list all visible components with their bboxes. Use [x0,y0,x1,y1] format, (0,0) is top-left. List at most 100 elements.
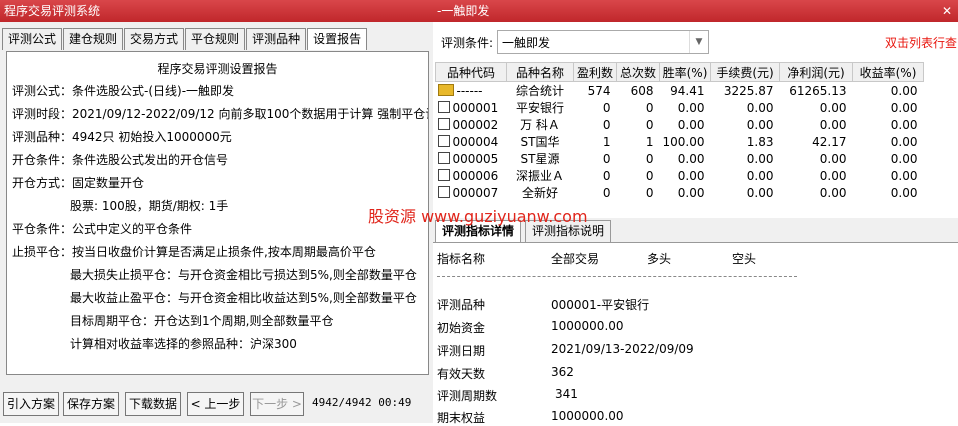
results-table: 品种代码 品种名称 盈利数 总次数 胜率(%) 手续费(元) 净利润(元) 收益… [435,62,924,201]
cell-fee: 0.00 [746,117,774,132]
report-line: 评测公式：条件选股公式-(日线)-一触即发 [12,84,235,98]
cell-fee: 1.83 [746,134,774,149]
cell-total: 608 [630,83,654,98]
cell-code: ------ [456,83,483,98]
cell-name: 综合统计 [515,84,564,98]
cell-code: 000006 [452,168,499,183]
table-row[interactable]: 000005 ST星源 0 0 0.00 0.00 0.00 0.00 [436,150,924,167]
table-row[interactable]: 000006 深振业Ａ 0 0 0.00 0.00 0.00 0.00 [436,167,924,184]
report-line: 最大收益止盈平仓：与开仓资金相比收益达到5%,则全部数量平仓 [70,291,417,305]
cell-code: 000001 [452,100,499,115]
right-window-titlebar: -一触即发 ✕ [433,0,958,22]
document-icon [437,100,450,113]
cell-rate: 94.41 [670,83,705,98]
table-row[interactable]: 000001 平安银行 0 0 0.00 0.00 0.00 0.00 [436,99,924,116]
table-row[interactable]: ------ 综合统计 574 608 94.41 3225.87 61265.… [436,82,924,100]
download-data-button[interactable]: 下载数据 [125,392,181,416]
close-icon[interactable]: ✕ [938,0,952,22]
hint-text: 双击列表行查 [885,36,958,50]
cell-rate: 100.00 [662,134,705,149]
cell-return: 0.00 [890,185,918,200]
detail-value: 1000000.00 [551,319,624,333]
left-window-titlebar: 程序交易评测系统 [0,0,433,22]
report-line: 股票: 100股，期货/期权: 1手 [70,199,229,213]
cell-wins: 0 [602,185,611,200]
detail-label: 评测品种 [437,298,486,312]
cell-total: 0 [645,168,654,183]
tab-report[interactable]: 设置报告 [307,28,368,50]
column-header[interactable]: 胜率(%) [659,62,711,82]
cell-rate: 0.00 [677,185,705,200]
condition-select[interactable]: 一触即发 ▼ [497,30,709,54]
tab-trade-mode[interactable]: 交易方式 [124,28,185,50]
wizard-buttons: 引入方案 保存方案 下载数据 < 上一步 下一步 > 4942/4942 00:… [0,392,433,420]
detail-value: 000001-平安银行 [551,298,650,312]
column-header[interactable]: 手续费(元) [710,62,780,82]
detail-label: 初始资金 [437,321,486,335]
cell-name: 深振业Ａ [515,169,564,183]
document-icon [437,185,450,198]
detail-value: 341 [555,387,578,401]
column-header[interactable]: 盈利数 [573,62,617,82]
cell-fee: 0.00 [746,185,774,200]
cell-name: 全新好 [521,186,558,200]
cell-wins: 0 [602,100,611,115]
cell-return: 0.00 [890,134,918,149]
column-header[interactable]: 净利润(元) [779,62,853,82]
detail-label: 期末权益 [437,411,486,425]
cell-fee: 0.00 [746,151,774,166]
report-line: 目标周期平仓：开仓达到1个周期,则全部数量平仓 [70,314,334,328]
detail-value: 1000000.00 [551,409,624,423]
report-line: 计算相对收益率选择的参照品种：沪深300 [70,337,297,351]
detail-header-short: 空头 [732,252,757,266]
cell-return: 0.00 [890,117,918,132]
detail-value: 2021/09/13-2022/09/09 [551,342,694,356]
chevron-down-icon[interactable]: ▼ [689,31,708,53]
progress-status: 4942/4942 00:49 [312,396,412,409]
table-row[interactable]: 000007 全新好 0 0 0.00 0.00 0.00 0.00 [436,184,924,201]
detail-header-long: 多头 [647,252,672,266]
watermark: 股资源 www.guziyuanw.com [368,207,588,226]
next-step-button[interactable]: 下一步 > [250,392,304,416]
save-plan-button[interactable]: 保存方案 [63,392,119,416]
cell-total: 0 [645,117,654,132]
report-line: 开仓条件：条件选股公式发出的开仓信号 [12,153,229,167]
tab-open-rules[interactable]: 建仓规则 [63,28,124,50]
tab-formula[interactable]: 评测公式 [2,28,63,50]
cell-profit: 61265.13 [789,83,847,98]
column-header[interactable]: 品种名称 [506,62,574,82]
table-row[interactable]: 000004 ST国华 1 1 100.00 1.83 42.17 0.00 [436,133,924,150]
cell-profit: 0.00 [819,117,847,132]
column-header[interactable]: 收益率(%) [852,62,924,82]
column-header[interactable]: 总次数 [616,62,660,82]
document-icon [437,134,450,147]
cell-wins: 1 [602,134,611,149]
prev-step-button[interactable]: < 上一步 [187,392,244,416]
column-header[interactable]: 品种代码 [435,62,507,82]
cell-code: 000007 [452,185,499,200]
cell-fee: 0.00 [746,100,774,115]
table-row[interactable]: 000002 万 科Ａ 0 0 0.00 0.00 0.00 0.00 [436,116,924,133]
cell-return: 0.00 [890,100,918,115]
tab-symbols[interactable]: 评测品种 [246,28,307,50]
detail-label: 评测周期数 [437,389,498,403]
cell-profit: 0.00 [819,151,847,166]
cell-total: 0 [645,151,654,166]
cell-rate: 0.00 [677,100,705,115]
cell-rate: 0.00 [677,151,705,166]
report-line: 止损平仓：按当日收盘价计算是否满足止损条件,按本周期最高价平仓 [12,245,376,259]
right-window-title: -一触即发 [437,4,490,18]
settings-report: 程序交易评测设置报告 评测公式：条件选股公式-(日线)-一触即发 评测时段：20… [6,51,429,375]
cell-wins: 574 [587,83,611,98]
cell-total: 0 [645,100,654,115]
cell-code: 000002 [452,117,499,132]
tab-close-rules[interactable]: 平仓规则 [185,28,246,50]
report-title: 程序交易评测设置报告 [157,62,278,76]
report-line: 平仓条件：公式中定义的平仓条件 [12,222,193,236]
import-plan-button[interactable]: 引入方案 [3,392,59,416]
detail-header-name: 指标名称 [437,252,486,266]
cell-profit: 42.17 [812,134,847,149]
cell-code: 000004 [452,134,499,149]
cell-fee: 3225.87 [723,83,774,98]
cell-code: 000005 [452,151,499,166]
